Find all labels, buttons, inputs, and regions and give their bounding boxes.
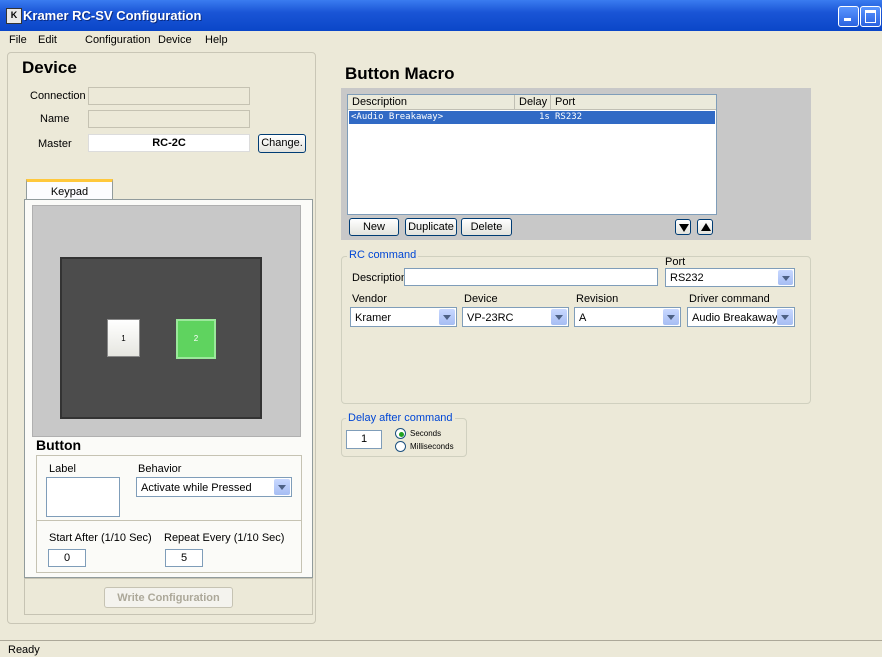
chevron-down-icon xyxy=(663,309,679,325)
menu-device[interactable]: Device xyxy=(158,34,192,46)
column-divider xyxy=(550,95,551,109)
name-label: Name xyxy=(40,113,70,125)
column-delay[interactable]: Delay xyxy=(519,96,547,108)
app-icon: K xyxy=(6,8,22,24)
connection-label: Connection xyxy=(30,90,86,102)
table-row[interactable]: <Audio Breakaway> 1s RS232 xyxy=(349,111,715,124)
behavior-value: Activate while Pressed xyxy=(141,482,252,494)
port-select[interactable]: RS232 xyxy=(665,268,795,287)
milliseconds-label: Milliseconds xyxy=(410,442,454,451)
device-label: Device xyxy=(464,293,498,305)
title-bar: K Kramer RC-SV Configuration xyxy=(0,0,882,31)
button-heading: Button xyxy=(36,437,82,453)
seconds-label: Seconds xyxy=(410,429,442,438)
delay-field[interactable]: 1 xyxy=(346,430,382,449)
chevron-down-icon xyxy=(439,309,455,325)
move-up-button[interactable] xyxy=(697,219,713,235)
delete-button[interactable]: Delete xyxy=(461,218,512,236)
new-button[interactable]: New xyxy=(349,218,399,236)
driver-command-select[interactable]: Audio Breakaway xyxy=(687,307,795,327)
vendor-select[interactable]: Kramer xyxy=(350,307,457,327)
chevron-down-icon xyxy=(551,309,567,325)
milliseconds-radio[interactable] xyxy=(395,441,406,452)
keypad-device: 1 2 xyxy=(60,257,262,419)
column-port[interactable]: Port xyxy=(555,96,575,108)
connection-field xyxy=(88,87,250,105)
behavior-select[interactable]: Activate while Pressed xyxy=(136,477,292,497)
chevron-down-icon xyxy=(777,309,793,325)
driver-command-value: Audio Breakaway xyxy=(692,312,778,324)
maximize-icon xyxy=(865,10,876,23)
vendor-label: Vendor xyxy=(352,293,387,305)
minimize-icon xyxy=(844,18,851,21)
window-title: Kramer RC-SV Configuration xyxy=(23,8,202,23)
tab-keypad-label: Keypad xyxy=(50,186,89,198)
maximize-button[interactable] xyxy=(860,6,881,27)
master-label: Master xyxy=(38,138,72,150)
row-delay: 1s xyxy=(539,112,550,122)
tab-keypad[interactable]: Keypad xyxy=(26,179,113,201)
key-2[interactable]: 2 xyxy=(176,319,216,359)
radio-dot-icon xyxy=(399,432,404,437)
menu-file[interactable]: File xyxy=(9,34,27,46)
seconds-radio[interactable] xyxy=(395,428,406,439)
device-value: VP-23RC xyxy=(467,312,514,324)
vendor-value: Kramer xyxy=(355,312,392,324)
device-heading: Device xyxy=(22,58,77,77)
button-divider xyxy=(36,520,302,521)
column-divider xyxy=(514,95,515,109)
menu-edit[interactable]: Edit xyxy=(38,34,57,46)
port-label: Port xyxy=(665,256,686,268)
repeat-every-field[interactable]: 5 xyxy=(165,549,203,567)
arrow-down-icon xyxy=(679,224,689,232)
revision-label: Revision xyxy=(576,293,619,305)
macro-list: Description Delay Port <Audio Breakaway>… xyxy=(347,94,717,215)
port-value: RS232 xyxy=(670,272,704,284)
row-description: <Audio Breakaway> xyxy=(351,112,444,122)
rc-command-caption: RC command xyxy=(347,249,419,261)
driver-command-label: Driver command xyxy=(689,293,770,305)
button-label-label: Label xyxy=(49,463,76,475)
name-field xyxy=(88,110,250,128)
button-label-field[interactable] xyxy=(46,477,120,517)
status-text: Ready xyxy=(8,644,40,656)
move-down-button[interactable] xyxy=(675,219,691,235)
chevron-down-icon xyxy=(274,479,290,495)
column-description[interactable]: Description xyxy=(352,96,407,108)
delay-caption: Delay after command xyxy=(346,412,455,424)
chevron-down-icon xyxy=(778,270,793,285)
revision-value: A xyxy=(579,312,587,324)
description-field[interactable] xyxy=(404,268,658,286)
menu-help[interactable]: Help xyxy=(205,34,228,46)
description-label: Description xyxy=(352,272,408,284)
start-after-label: Start After (1/10 Sec) xyxy=(49,532,152,544)
start-after-field[interactable]: 0 xyxy=(48,549,86,567)
revision-select[interactable]: A xyxy=(574,307,681,327)
master-value: RC-2C xyxy=(152,137,186,149)
change-button[interactable]: Change. xyxy=(258,134,306,153)
macro-heading: Button Macro xyxy=(345,64,455,83)
status-bar: Ready xyxy=(0,640,882,657)
row-port: RS232 xyxy=(555,112,583,122)
macro-list-header: Description Delay Port xyxy=(348,95,716,110)
write-configuration-button[interactable]: Write Configuration xyxy=(104,587,233,608)
repeat-every-label: Repeat Every (1/10 Sec) xyxy=(164,532,285,544)
master-field: RC-2C xyxy=(88,134,250,152)
menu-bar: File Edit Configuration Device Help xyxy=(0,31,882,51)
minimize-button[interactable] xyxy=(838,6,859,27)
arrow-up-icon xyxy=(701,223,711,231)
duplicate-button[interactable]: Duplicate xyxy=(405,218,457,236)
device-select[interactable]: VP-23RC xyxy=(462,307,569,327)
key-1[interactable]: 1 xyxy=(107,319,140,357)
menu-configuration[interactable]: Configuration xyxy=(85,34,150,46)
behavior-label: Behavior xyxy=(138,463,182,475)
